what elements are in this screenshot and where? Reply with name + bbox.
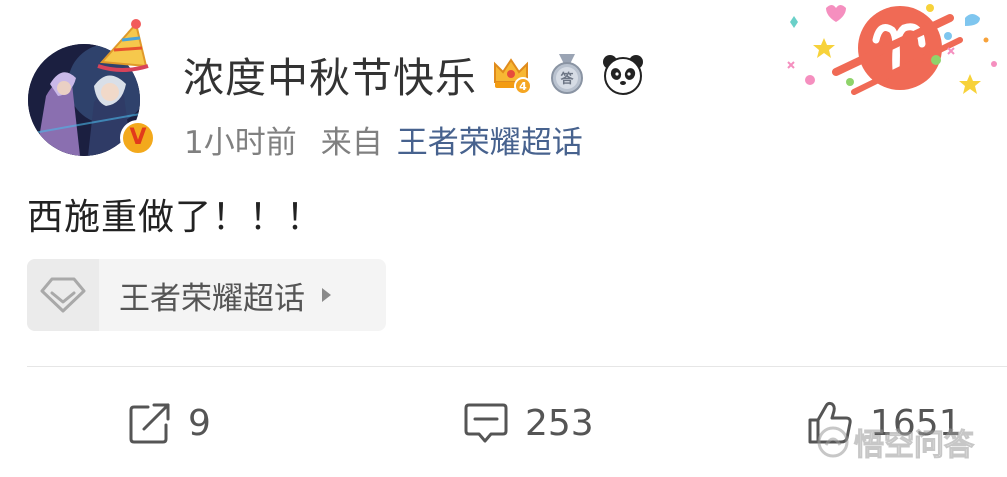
share-icon	[129, 403, 170, 444]
post-source-link[interactable]: 王者荣耀超话	[397, 117, 583, 162]
action-bar-divider	[27, 366, 1007, 367]
comment-button[interactable]: 253	[463, 398, 594, 448]
post-from-label: 来自	[320, 124, 383, 161]
watermark: 悟空问答	[816, 418, 975, 466]
chevron-right-icon	[319, 286, 333, 304]
party-hat-decoration-icon	[97, 19, 149, 72]
watermark-logo-icon	[817, 426, 849, 458]
repost-count: 9	[188, 402, 211, 444]
comment-count: 253	[525, 402, 594, 444]
super-topic-card[interactable]: 王者荣耀超话	[27, 259, 386, 331]
verified-badge-letter: V	[129, 125, 147, 150]
crown-level-icon[interactable]: 4	[489, 52, 533, 96]
comment-icon	[464, 403, 508, 443]
post-time: 1小时前	[184, 124, 297, 161]
watermark-text: 悟空问答	[854, 428, 975, 464]
author-name[interactable]: 浓度中秋节快乐	[183, 44, 477, 104]
answer-medal-glyph: 答	[560, 71, 574, 87]
verified-vip-badge: V	[120, 120, 156, 156]
super-topic-diamond-icon	[40, 277, 86, 313]
post-body-text: 西施重做了！！！	[27, 197, 324, 238]
author-avatar-group[interactable]: V	[24, 19, 156, 158]
repost-button[interactable]: 9	[128, 398, 211, 448]
aries-decoration-icon	[787, 4, 997, 95]
author-row: 浓度中秋节快乐 4 答	[183, 46, 645, 102]
answer-medal-icon[interactable]: 答	[545, 52, 589, 96]
panda-icon[interactable]	[601, 52, 645, 96]
topic-card-label: 王者荣耀超话	[119, 280, 305, 317]
post-meta: 1小时前 来自 王者荣耀超话	[184, 116, 583, 162]
topic-icon-container	[27, 259, 99, 331]
crown-level-number: 4	[519, 80, 527, 93]
card-decoration	[780, 0, 1007, 100]
